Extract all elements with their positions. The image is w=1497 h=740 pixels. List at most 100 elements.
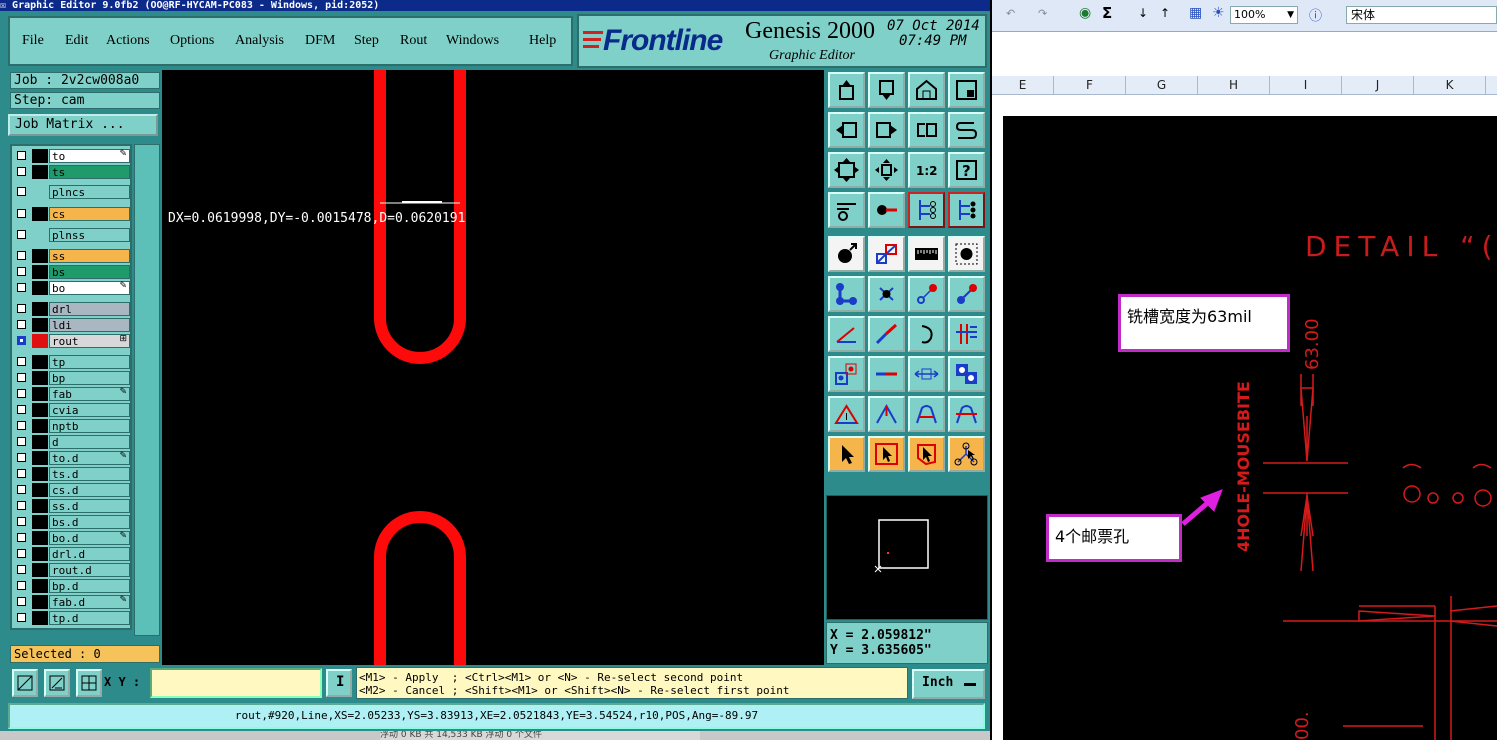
delete-point-icon[interactable] [868,276,905,312]
layer-row-to-d[interactable]: to.d ✎ [12,451,130,465]
menu-help[interactable]: Help [529,33,556,49]
line-segment-icon[interactable] [868,356,905,392]
layer-color-swatch[interactable] [32,595,48,609]
layer-row-bp-d[interactable]: bp.d [12,579,130,593]
add-surface-icon[interactable] [868,236,905,272]
layer-row-cs-d[interactable]: cs.d [12,483,130,497]
layer-checkbox[interactable] [17,209,26,218]
layer-checkbox[interactable] [17,485,26,494]
autosum-icon[interactable]: Σ [1102,4,1112,22]
layer-name[interactable]: fab.d [49,595,130,609]
layer-name[interactable]: ss [49,249,130,263]
layer-checkbox[interactable] [17,267,26,276]
layer-checkbox[interactable] [17,357,26,366]
layer-name[interactable]: tp [49,355,130,369]
column-header[interactable]: K [1414,76,1486,95]
layer-row-ts[interactable]: ts [12,165,130,179]
layer-color-swatch[interactable] [32,207,48,221]
menu-dfm[interactable]: DFM [305,33,335,49]
layer-color-swatch[interactable] [32,265,48,279]
layer-row-ss[interactable]: ss [12,249,130,263]
move-left-icon[interactable] [828,112,865,148]
snap-pad-icon[interactable] [948,236,985,272]
layer-row-to[interactable]: to ✎ [12,149,130,163]
layer-row-rout-d[interactable]: rout.d [12,563,130,577]
callout-mousebite-holes[interactable]: 4个邮票孔 [1046,514,1182,562]
layer-color-swatch[interactable] [32,371,48,385]
column-header[interactable]: I [1270,76,1342,95]
select-arrow-icon[interactable] [828,436,865,472]
column-header[interactable]: F [1054,76,1126,95]
layer-name[interactable]: bo [49,281,130,295]
move-up-icon[interactable] [828,72,865,108]
arc-icon[interactable] [908,316,945,352]
snap-grid-icon[interactable] [12,669,38,697]
layer-checkbox[interactable] [17,304,26,313]
layer-checkbox[interactable] [17,389,26,398]
font-name-select[interactable]: 宋体 [1346,6,1497,24]
layer-color-swatch[interactable] [32,467,48,481]
layer-name[interactable]: bs.d [49,515,130,529]
layer-color-swatch[interactable] [32,355,48,369]
hyperlink-icon[interactable]: ◉ [1079,5,1091,21]
move-right-icon[interactable] [868,112,905,148]
layer-row-cs[interactable]: cs [12,207,130,221]
layer-checkbox[interactable] [17,437,26,446]
layer-row-plncs[interactable]: plncs [12,185,130,199]
layer-row-nptb[interactable]: nptb [12,419,130,433]
layer-color-swatch[interactable] [32,451,48,465]
layer-checkbox[interactable] [17,336,26,345]
layer-row-plnss[interactable]: plnss [12,228,130,242]
menu-step[interactable]: Step [354,33,379,49]
arch-cross-icon[interactable] [948,396,985,432]
layer-name[interactable]: bo.d [49,531,130,545]
job-matrix-button[interactable]: Job Matrix ... [8,114,158,136]
overview-minimap[interactable] [826,495,988,620]
layer-checkbox[interactable] [17,453,26,462]
layer-row-bs-d[interactable]: bs.d [12,515,130,529]
layer-name[interactable]: cs.d [49,483,130,497]
layer-color-swatch[interactable] [32,435,48,449]
triangle-up-icon[interactable] [828,396,865,432]
layer-row-bs[interactable]: bs [12,265,130,279]
help-question-icon[interactable]: ? [948,152,985,188]
layer-name[interactable]: bp.d [49,579,130,593]
redo-icon[interactable]: ↷ [1038,7,1047,20]
layer-color-swatch[interactable] [32,185,48,199]
add-pad-icon[interactable] [828,236,865,272]
layer-name[interactable]: plncs [49,185,130,199]
select-net-icon[interactable] [948,436,985,472]
layer-checkbox[interactable] [17,251,26,260]
parallel-lines-icon[interactable] [948,316,985,352]
undo-icon[interactable]: ↶ [1006,7,1015,20]
layer-checkbox[interactable] [17,597,26,606]
zoom-select[interactable]: 100% ▼ [1230,6,1298,24]
layer-color-swatch[interactable] [32,547,48,561]
menu-windows[interactable]: Windows [446,33,499,49]
layer-checkbox[interactable] [17,167,26,176]
layer-row-bo-d[interactable]: bo.d ✎ [12,531,130,545]
layer-row-tp[interactable]: tp [12,355,130,369]
layer-name[interactable]: bp [49,371,130,385]
layer-color-swatch[interactable] [32,387,48,401]
window-fit-icon[interactable] [948,72,985,108]
layer-checkbox[interactable] [17,373,26,382]
layer-checkbox[interactable] [17,533,26,542]
layer-checkbox[interactable] [17,517,26,526]
peak-icon[interactable] [868,396,905,432]
snap-center-icon[interactable] [76,669,102,697]
zoom-back-icon[interactable] [908,112,945,148]
layer-color-swatch[interactable] [32,165,48,179]
xy-coordinate-input[interactable] [150,668,322,698]
split-line-icon[interactable] [868,316,905,352]
menu-actions[interactable]: Actions [106,33,150,49]
scale-one-to-two-icon[interactable]: 1:2 [908,152,945,188]
layer-list[interactable]: to ✎ ts plncs cs plnss ss bs bo ✎ drl ldi rout ⊞ tp bp f… [10,144,132,630]
layer-name[interactable]: plnss [49,228,130,242]
layer-color-swatch[interactable] [32,334,48,348]
layer-name[interactable]: to.d [49,451,130,465]
layer-name[interactable]: nptb [49,419,130,433]
layer-name[interactable]: rout.d [49,563,130,577]
info-button[interactable]: I [326,669,352,697]
layer-color-swatch[interactable] [32,499,48,513]
